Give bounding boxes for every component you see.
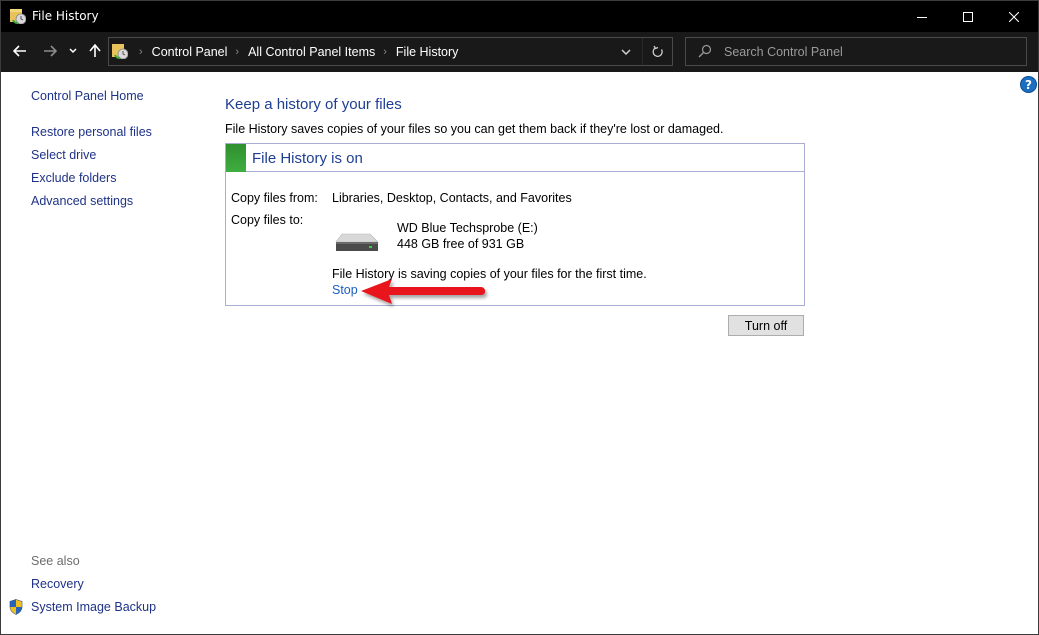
status-panel: File History is on Copy files from: Libr… xyxy=(225,143,805,306)
search-icon xyxy=(698,44,712,58)
hard-drive-icon xyxy=(335,233,379,251)
search-box[interactable] xyxy=(685,37,1027,66)
sidebar-link-system-image-backup[interactable]: System Image Backup xyxy=(31,600,156,614)
breadcrumb: › Control Panel › All Control Panel Item… xyxy=(131,38,458,65)
red-arrow-annotation xyxy=(361,279,486,304)
address-bar[interactable]: › Control Panel › All Control Panel Item… xyxy=(108,37,673,66)
up-button[interactable] xyxy=(85,40,105,62)
arrow-up-icon xyxy=(89,44,101,57)
refresh-button[interactable] xyxy=(642,38,672,65)
title-bar: File History xyxy=(1,1,1038,32)
arrow-left-icon xyxy=(13,45,26,57)
sidebar-link-exclude-folders[interactable]: Exclude folders xyxy=(31,171,116,185)
help-icon: ? xyxy=(1025,77,1032,92)
back-button[interactable] xyxy=(9,40,31,62)
minimize-icon xyxy=(917,16,927,18)
stop-link[interactable]: Stop xyxy=(332,283,358,297)
breadcrumb-control-panel[interactable]: Control Panel xyxy=(152,45,228,59)
breadcrumb-file-history[interactable]: File History xyxy=(396,45,459,59)
close-icon xyxy=(1009,11,1019,22)
sidebar-link-recovery[interactable]: Recovery xyxy=(31,577,84,591)
file-history-window: File History › Control Panel › All Contr… xyxy=(0,0,1039,635)
uac-shield-icon xyxy=(9,599,23,615)
chevron-down-icon xyxy=(69,48,77,54)
maximize-icon xyxy=(963,11,973,22)
copy-to-label: Copy files to: xyxy=(231,213,304,227)
breadcrumb-separator-icon[interactable]: › xyxy=(139,46,143,58)
arrow-right-icon xyxy=(44,45,57,57)
breadcrumb-separator-icon[interactable]: › xyxy=(235,46,239,58)
refresh-icon xyxy=(652,45,663,57)
see-also-heading: See also xyxy=(31,554,80,568)
page-title: Keep a history of your files xyxy=(225,96,402,113)
forward-button[interactable] xyxy=(39,40,61,62)
status-header: File History is on xyxy=(226,144,804,172)
minimize-button[interactable] xyxy=(899,1,945,32)
file-history-location-icon xyxy=(112,44,128,59)
drive-name: WD Blue Techsprobe (E:) xyxy=(397,221,538,235)
sidebar-link-restore-personal-files[interactable]: Restore personal files xyxy=(31,125,152,139)
copy-from-label: Copy files from: xyxy=(231,191,318,205)
breadcrumb-separator-icon[interactable]: › xyxy=(383,46,387,58)
status-indicator xyxy=(226,144,246,172)
recent-locations-button[interactable] xyxy=(65,40,81,62)
search-input[interactable] xyxy=(724,42,1014,62)
window-title: File History xyxy=(32,9,99,23)
drive-free-space: 448 GB free of 931 GB xyxy=(397,237,525,251)
sidebar-link-advanced-settings[interactable]: Advanced settings xyxy=(31,194,133,208)
turn-off-button[interactable]: Turn off xyxy=(728,315,804,336)
status-title: File History is on xyxy=(252,150,363,167)
breadcrumb-all-control-panel-items[interactable]: All Control Panel Items xyxy=(248,45,375,59)
copy-from-value: Libraries, Desktop, Contacts, and Favori… xyxy=(332,191,572,205)
file-history-app-icon xyxy=(10,9,26,24)
help-button[interactable]: ? xyxy=(1020,76,1037,93)
chevron-down-icon xyxy=(621,48,631,55)
sidebar-link-select-drive[interactable]: Select drive xyxy=(31,148,96,162)
sidebar-link-control-panel-home[interactable]: Control Panel Home xyxy=(31,89,144,103)
navigation-bar: › Control Panel › All Control Panel Item… xyxy=(1,32,1038,72)
close-button[interactable] xyxy=(991,1,1037,32)
maximize-button[interactable] xyxy=(945,1,991,32)
page-description: File History saves copies of your files … xyxy=(225,122,724,136)
address-dropdown-button[interactable] xyxy=(616,38,636,65)
